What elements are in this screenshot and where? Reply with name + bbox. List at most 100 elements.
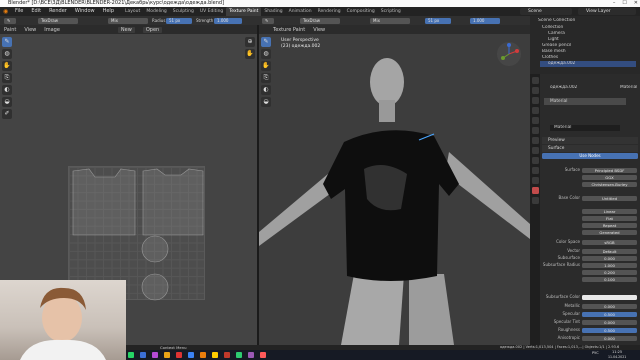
outliner-item-grease-pencil[interactable]: Grease pencil: [542, 43, 571, 48]
zoom-icon[interactable]: ⊕: [245, 37, 255, 47]
draw-tool-icon[interactable]: ✎: [2, 37, 12, 47]
scene-selector[interactable]: Scene: [520, 8, 572, 15]
prop-value[interactable]: 0.500: [582, 327, 637, 333]
tab-rendering[interactable]: Rendering: [315, 7, 344, 16]
annotate-tool-icon[interactable]: ✐: [2, 109, 12, 119]
prop-value[interactable]: Generated: [582, 229, 637, 235]
physics-tab-icon[interactable]: [531, 157, 539, 164]
paintbrush-icon-2[interactable]: ✎: [262, 17, 274, 24]
data-tab-icon[interactable]: [531, 177, 539, 184]
prop-value[interactable]: 0.200: [582, 269, 637, 275]
scene-tab-icon[interactable]: [531, 107, 539, 114]
prop-value[interactable]: 0.500: [582, 311, 637, 317]
view-layer-selector[interactable]: View Layer: [578, 8, 636, 15]
prop-value[interactable]: 0.000: [582, 303, 637, 309]
taskbar-lang[interactable]: РУС: [592, 351, 599, 355]
tab-sculpting[interactable]: Sculpting: [170, 7, 197, 16]
prop-value[interactable]: sRGB: [582, 239, 637, 245]
menu-render[interactable]: Render: [45, 7, 71, 16]
strength-field[interactable]: 1.000: [214, 17, 242, 24]
viewport-mode-selector[interactable]: Texture Paint: [273, 27, 305, 33]
output-tab-icon[interactable]: [531, 97, 539, 104]
brush-selector[interactable]: TexDraw: [38, 17, 78, 24]
section-surface[interactable]: Surface: [542, 145, 638, 152]
material-tab-icon[interactable]: [531, 187, 539, 194]
taskbar-date[interactable]: 11.04.2021: [608, 355, 626, 360]
taskbar-app-icon[interactable]: [224, 352, 230, 358]
constraints-tab-icon[interactable]: [531, 167, 539, 174]
taskbar-app-icon[interactable]: [236, 352, 242, 358]
prop-value[interactable]: Flat: [582, 215, 637, 221]
soften-tool-icon[interactable]: ◍: [2, 49, 12, 59]
taskbar-app-icon[interactable]: [140, 352, 146, 358]
menu-edit[interactable]: Edit: [27, 7, 45, 16]
outliner-item-clothes[interactable]: Clothes: [542, 55, 558, 60]
taskbar-app-icon[interactable]: [152, 352, 158, 358]
open-image-button[interactable]: Open: [142, 26, 163, 33]
fill-tool-icon[interactable]: ◐: [2, 85, 12, 95]
uv-menu-image[interactable]: Image: [44, 27, 60, 33]
uv-menu-view[interactable]: View: [24, 27, 36, 33]
taskbar-app-icon[interactable]: [212, 352, 218, 358]
whatsapp-icon[interactable]: [128, 352, 134, 358]
tab-scripting[interactable]: Scripting: [378, 7, 404, 16]
radius-field-right[interactable]: 51 px: [425, 17, 451, 24]
outliner-item-collection[interactable]: Collection: [542, 25, 563, 30]
menu-window[interactable]: Window: [71, 7, 99, 16]
prop-value[interactable]: Repeat: [582, 222, 637, 228]
maximize-button[interactable]: ☐: [622, 0, 626, 7]
pan-hand-icon[interactable]: ✋: [245, 49, 255, 59]
blend-mode-selector-right[interactable]: Mix: [370, 17, 410, 24]
world-tab-icon[interactable]: [531, 117, 539, 124]
taskbar-app-icon[interactable]: [260, 352, 266, 358]
use-nodes-button[interactable]: Use Nodes: [542, 153, 638, 159]
prop-value[interactable]: Default: [582, 248, 637, 254]
prop-value[interactable]: Christensen-Burley: [582, 181, 637, 187]
outliner-item-selected[interactable]: одежда.002: [540, 61, 636, 67]
radius-field[interactable]: 51 px: [166, 17, 192, 24]
menu-file[interactable]: File: [11, 7, 27, 16]
mask-tool-icon[interactable]: ◒: [2, 97, 12, 107]
prop-value[interactable]: 0.000: [582, 335, 637, 341]
outliner-item-base-mesh[interactable]: Base mesh: [542, 49, 566, 54]
tab-compositing[interactable]: Compositing: [344, 7, 378, 16]
prop-value[interactable]: Principled BSDF: [582, 167, 637, 173]
close-button[interactable]: ✕: [634, 0, 638, 7]
modifier-tab-icon[interactable]: [531, 137, 539, 144]
prop-value[interactable]: 0.100: [582, 276, 637, 282]
taskbar-app-icon[interactable]: [248, 352, 254, 358]
new-image-button[interactable]: New: [117, 26, 135, 33]
render-tab-icon[interactable]: [531, 87, 539, 94]
blender-taskbar-icon[interactable]: [200, 352, 206, 358]
tab-animation[interactable]: Animation: [286, 7, 315, 16]
paintbrush-icon[interactable]: ✎: [4, 17, 16, 24]
uv-mode-selector[interactable]: Paint: [4, 27, 16, 33]
prop-value[interactable]: Linear: [582, 208, 637, 214]
blender-logo-icon[interactable]: ◉: [3, 8, 11, 15]
tab-layout[interactable]: Layout: [122, 7, 143, 16]
outliner-item-light[interactable]: Light: [548, 37, 559, 42]
3d-viewport[interactable]: User Perspective (23) одежда.002 ✎ ◍ ✋ ⎘…: [259, 34, 530, 345]
tab-shading[interactable]: Shading: [261, 7, 285, 16]
texture-tab-icon[interactable]: [531, 197, 539, 204]
tab-texture-paint[interactable]: Texture Paint: [226, 7, 262, 16]
tab-uv-editing[interactable]: UV Editing: [197, 7, 226, 16]
taskbar-app-icon[interactable]: [176, 352, 182, 358]
outliner-item-camera[interactable]: Camera: [548, 31, 565, 36]
menu-help[interactable]: Help: [99, 7, 118, 16]
tab-modeling[interactable]: Modeling: [143, 7, 169, 16]
brush-selector-right[interactable]: TexDraw: [300, 17, 340, 24]
object-tab-icon[interactable]: [531, 127, 539, 134]
prop-value[interactable]: 0.000: [582, 255, 637, 261]
prop-value[interactable]: Untitled: [582, 195, 637, 201]
blend-mode-selector[interactable]: Mix: [108, 17, 148, 24]
prop-value[interactable]: 1.000: [582, 262, 637, 268]
folder-icon[interactable]: [164, 352, 170, 358]
strength-field-right[interactable]: 1.000: [470, 17, 500, 24]
section-preview[interactable]: Preview: [542, 137, 638, 144]
smear-tool-icon[interactable]: ✋: [2, 61, 12, 71]
material-name-field[interactable]: Material: [550, 125, 620, 131]
prop-value[interactable]: GGX: [582, 174, 637, 180]
taskbar-app-icon[interactable]: [188, 352, 194, 358]
subsurface-color-swatch[interactable]: [582, 294, 637, 300]
